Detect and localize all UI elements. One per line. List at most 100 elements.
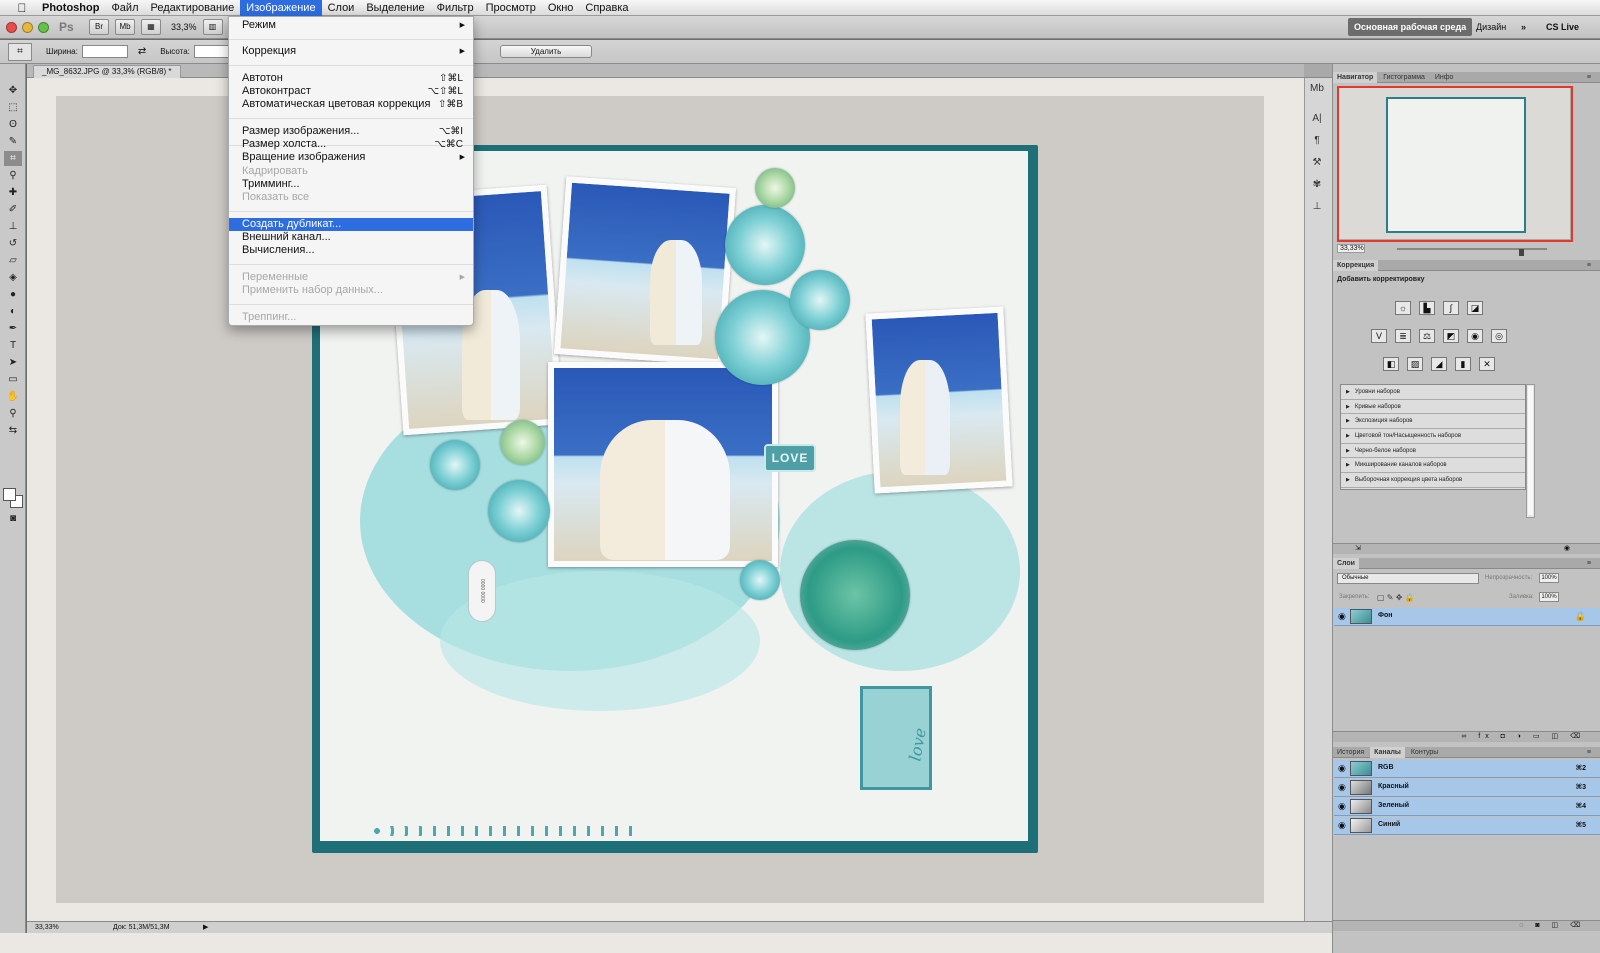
pen-tool-icon[interactable]: ✒: [4, 321, 22, 336]
preset-item[interactable]: Экспозиция наборов: [1341, 414, 1525, 430]
menu-item-adjustments[interactable]: Коррекция ▶: [229, 45, 473, 58]
channel-row-blue[interactable]: ◉ Синий ⌘5: [1334, 817, 1600, 835]
menu-filter[interactable]: Фильтр: [431, 0, 480, 16]
zoom-window-button[interactable]: [38, 21, 49, 33]
tab-navigator[interactable]: Навигатор: [1333, 72, 1378, 83]
blur-tool-icon[interactable]: ●: [4, 287, 22, 302]
clip-icon[interactable]: ◉: [1564, 544, 1575, 554]
hue-saturation-icon[interactable]: ≣: [1395, 329, 1411, 343]
dodge-tool-icon[interactable]: ◐: [4, 304, 22, 319]
preset-item[interactable]: Черно-белое наборов: [1341, 444, 1525, 459]
color-balance-icon[interactable]: ⚖: [1419, 329, 1435, 343]
presets-scrollbar[interactable]: [1526, 384, 1535, 518]
opacity-input[interactable]: 100%: [1539, 573, 1559, 583]
preset-item[interactable]: Микширование каналов наборов: [1341, 458, 1525, 474]
zoom-tool-icon[interactable]: ⚲: [4, 406, 22, 421]
menu-item-duplicate[interactable]: Создать дубликат...: [229, 218, 473, 231]
tab-history[interactable]: История: [1333, 747, 1368, 758]
status-menu-arrow-icon[interactable]: ▶: [203, 922, 208, 933]
mini-bridge-icon[interactable]: Mb: [1309, 82, 1325, 96]
preset-item[interactable]: Выборочная коррекция цвета наборов: [1341, 473, 1525, 488]
menu-item-auto-color[interactable]: Автоматическая цветовая коррекция ⇧⌘B: [229, 98, 473, 111]
crop-tool-icon[interactable]: ⌗: [4, 151, 22, 166]
navigator-view-frame[interactable]: [1337, 86, 1573, 242]
launch-mini-bridge-button[interactable]: Mb: [115, 19, 135, 35]
close-window-button[interactable]: [6, 21, 17, 33]
menu-item-auto-tone[interactable]: Автотон ⇧⌘L: [229, 72, 473, 85]
menu-help[interactable]: Справка: [579, 0, 634, 16]
menu-window[interactable]: Окно: [542, 0, 580, 16]
channel-name[interactable]: Красный: [1378, 783, 1409, 790]
tab-adjustments[interactable]: Коррекция: [1333, 260, 1379, 271]
path-selection-tool-icon[interactable]: ➤: [4, 355, 22, 370]
minimize-window-button[interactable]: [22, 21, 33, 33]
marquee-tool-icon[interactable]: ⬚: [4, 100, 22, 115]
channel-name[interactable]: Синий: [1378, 821, 1400, 828]
menu-item-image-size[interactable]: Размер изображения... ⌥⌘I: [229, 125, 473, 138]
type-tool-icon[interactable]: T: [4, 338, 22, 353]
panel-menu-icon[interactable]: ≡: [1583, 72, 1595, 83]
menu-item-calculations[interactable]: Вычисления...: [229, 244, 473, 257]
menu-item-trap[interactable]: Треппинг...: [229, 311, 473, 324]
selective-color-icon[interactable]: ✕: [1479, 357, 1495, 371]
healing-brush-tool-icon[interactable]: ✚: [4, 185, 22, 200]
lasso-tool-icon[interactable]: ʘ: [4, 117, 22, 132]
layer-name[interactable]: Фон: [1378, 612, 1392, 619]
vibrance-icon[interactable]: V: [1371, 329, 1387, 343]
eyedropper-tool-icon[interactable]: ⚲: [4, 168, 22, 183]
return-to-list-icon[interactable]: ⇲: [1355, 545, 1366, 552]
invert-icon[interactable]: ◧: [1383, 357, 1399, 371]
swap-colors-icon[interactable]: ⇆: [4, 423, 22, 438]
menu-image[interactable]: Изображение: [240, 0, 322, 16]
tab-paths[interactable]: Контуры: [1407, 747, 1442, 758]
layer-row-background[interactable]: ◉ Фон 🔒: [1334, 608, 1600, 626]
paragraph-panel-icon[interactable]: ¶: [1309, 134, 1325, 148]
menu-item-crop[interactable]: Кадрировать: [229, 165, 473, 178]
hand-tool-icon[interactable]: ✋: [4, 389, 22, 404]
menu-item-auto-contrast[interactable]: Автоконтраст ⌥⇧⌘L: [229, 85, 473, 98]
tab-info[interactable]: Инфо: [1431, 72, 1458, 83]
document-tab[interactable]: _MG_8632.JPG @ 33,3% (RGB/8) *: [33, 65, 181, 78]
menu-layers[interactable]: Слои: [322, 0, 361, 16]
channels-footer[interactable]: ◌ ◙ ◫ ⌫: [1333, 920, 1600, 931]
brushes-panel-icon[interactable]: ✾: [1309, 178, 1325, 192]
crop-tool-preset-picker[interactable]: ⌗: [8, 42, 32, 61]
levels-icon[interactable]: ▙: [1419, 301, 1435, 315]
launch-bridge-button[interactable]: Br: [89, 19, 109, 35]
menu-file[interactable]: Файл: [105, 0, 144, 16]
channel-mixer-icon[interactable]: ◎: [1491, 329, 1507, 343]
threshold-icon[interactable]: ◢: [1431, 357, 1447, 371]
width-input[interactable]: [81, 45, 128, 58]
swap-dimensions-icon[interactable]: ⇄: [138, 46, 146, 57]
visibility-eye-icon[interactable]: ◉: [1338, 782, 1346, 793]
status-zoom[interactable]: 33,33%: [35, 922, 59, 933]
apple-icon[interactable]: : [12, 1, 32, 15]
curves-icon[interactable]: ∫: [1443, 301, 1459, 315]
menu-item-apply-data-set[interactable]: Применить набор данных...: [229, 284, 473, 297]
channel-row-red[interactable]: ◉ Красный ⌘3: [1334, 779, 1600, 797]
menu-item-mode[interactable]: Режим ▶: [229, 19, 473, 32]
quick-select-tool-icon[interactable]: ✎: [4, 134, 22, 149]
preset-item[interactable]: Цветовой тон/Насыщенность наборов: [1341, 429, 1525, 444]
foreground-color-swatch[interactable]: [3, 488, 16, 501]
fill-input[interactable]: 100%: [1539, 592, 1559, 602]
exposure-icon[interactable]: ◪: [1467, 301, 1483, 315]
gradient-map-icon[interactable]: ▮: [1455, 357, 1471, 371]
black-white-icon[interactable]: ◩: [1443, 329, 1459, 343]
arrange-documents-button[interactable]: ▥: [202, 19, 223, 35]
layers-footer[interactable]: ∞ fx ◘ ◑ ▭ ◫ ⌫: [1333, 731, 1600, 742]
menu-item-canvas-size[interactable]: Размер холста... ⌥⌘C: [229, 138, 473, 151]
clear-button[interactable]: Удалить: [500, 45, 592, 58]
menu-item-variables[interactable]: Переменные ▶: [229, 271, 473, 284]
menu-view[interactable]: Просмотр: [480, 0, 542, 16]
cs-live-button[interactable]: CS Live: [1540, 18, 1585, 36]
history-brush-tool-icon[interactable]: ↺: [4, 236, 22, 251]
channel-row-green[interactable]: ◉ Зеленый ⌘4: [1334, 798, 1600, 816]
navigator-thumbnail[interactable]: [1337, 86, 1573, 242]
brightness-icon[interactable]: ☼: [1395, 301, 1411, 315]
navigator-zoom-slider[interactable]: [1397, 248, 1547, 256]
workspace-more-button[interactable]: »: [1515, 18, 1532, 36]
menu-item-image-rotation[interactable]: Вращение изображения ▶: [229, 151, 473, 164]
move-tool-icon[interactable]: ✥: [4, 83, 22, 98]
photo-filter-icon[interactable]: ◉: [1467, 329, 1483, 343]
